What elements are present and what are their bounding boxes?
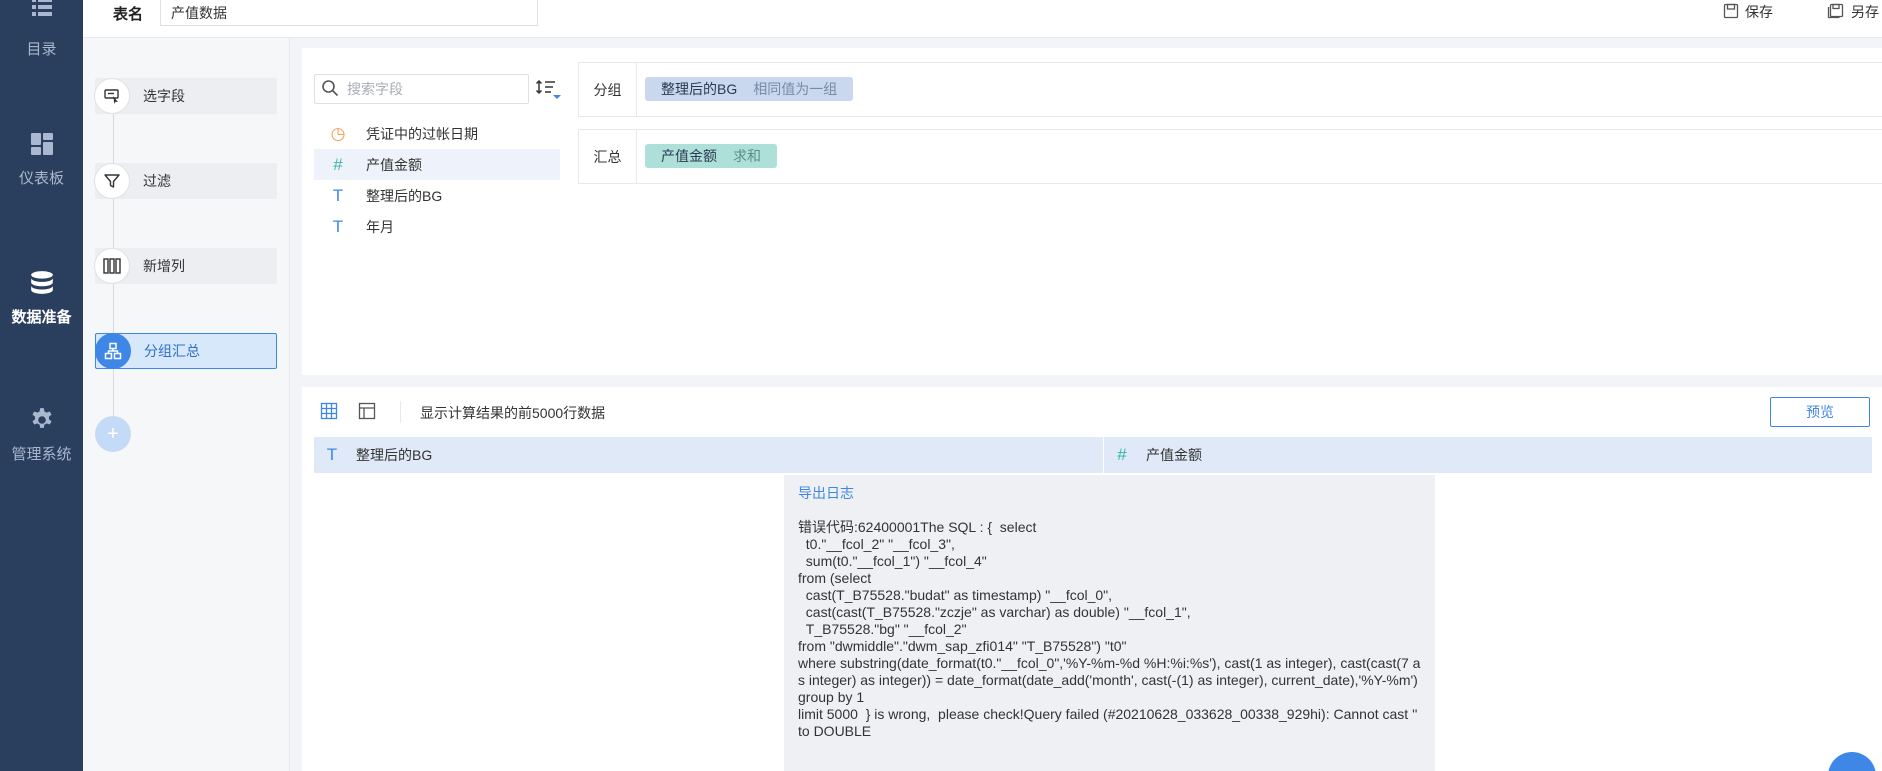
number-field-icon: # [1117, 445, 1127, 464]
field-label: 凭证中的过帐日期 [366, 125, 478, 142]
sort-button[interactable] [535, 78, 563, 103]
text-field-icon: T [326, 445, 338, 464]
nav-item-dashboard[interactable]: 仪表板 [0, 131, 83, 221]
save-as-button[interactable]: 另存 [1827, 2, 1879, 22]
save-button[interactable]: 保存 [1723, 2, 1773, 22]
database-icon [29, 270, 55, 296]
nav-label: 仪表板 [18, 170, 64, 187]
nav-item-data-prep[interactable]: 数据准备 [0, 270, 83, 360]
field-label: 整理后的BG [366, 187, 443, 204]
nav-item-catalog[interactable]: 目录 [0, 0, 83, 90]
sort-icon [535, 79, 563, 103]
number-field-icon: # [333, 154, 343, 174]
select-field-icon [94, 78, 130, 114]
chip-aggregation: 相同值为一组 [753, 81, 838, 97]
nav-label: 数据准备 [11, 309, 72, 326]
list-item[interactable]: T 整理后的BG [314, 180, 560, 211]
chip-field-name: 整理后的BG [661, 81, 738, 97]
save-as-icon [1827, 3, 1845, 22]
summary-chip[interactable]: 产值金额 求和 [645, 144, 777, 168]
result-note: 显示计算结果的前5000行数据 [420, 405, 606, 421]
step-group-summary[interactable]: 分组汇总 [95, 333, 277, 369]
group-by-label: 分组 [579, 63, 637, 116]
preview-button[interactable]: 预览 [1770, 397, 1870, 427]
step-label: 选字段 [143, 88, 185, 104]
step-label: 新增列 [143, 258, 185, 274]
filter-icon [94, 163, 130, 199]
result-panel: 显示计算结果的前5000行数据 预览 T 整理后的BG # 产值金额 导出日志 … [302, 387, 1882, 771]
table-name-label: 表名 [113, 6, 144, 23]
text-field-icon: T [332, 216, 344, 236]
group-by-chip[interactable]: 整理后的BG 相同值为一组 [645, 77, 854, 101]
list-icon [29, 0, 55, 20]
column-label: 产值金额 [1146, 447, 1202, 463]
column-label: 整理后的BG [356, 447, 433, 463]
table-name-input[interactable]: 产值数据 [160, 0, 538, 26]
table-header: T 整理后的BG # 产值金额 [314, 437, 1872, 473]
save-as-label: 另存 [1851, 4, 1879, 20]
summary-row: 汇总 产值金额 求和 [578, 129, 1882, 184]
save-label: 保存 [1745, 4, 1773, 20]
error-message-box: 导出日志 错误代码:62400001The SQL : { select t0.… [784, 475, 1435, 771]
export-log-link[interactable]: 导出日志 [798, 485, 854, 502]
config-panel: 搜索字段 ◷ 凭证中的过帐日期 # 产值金额 T 整理后的BG T 年月 分组 … [302, 48, 1882, 375]
nav-item-admin[interactable]: 管理系统 [0, 407, 83, 497]
step-sidebar: 选字段 过滤 新增列 分组汇总 + [83, 38, 290, 771]
error-text: 错误代码:62400001The SQL : { select t0."__fc… [798, 519, 1421, 739]
search-icon [321, 79, 339, 100]
chip-aggregation: 求和 [733, 148, 761, 164]
group-by-row: 分组 整理后的BG 相同值为一组 [578, 62, 1882, 117]
step-add-column[interactable]: 新增列 [94, 248, 277, 284]
list-item[interactable]: # 产值金额 [314, 149, 560, 180]
text-field-icon: T [332, 185, 344, 205]
table-view-icon[interactable] [320, 402, 338, 423]
toolbar-divider [400, 401, 401, 423]
gear-icon [29, 407, 55, 433]
step-label: 分组汇总 [144, 343, 200, 359]
group-summary-icon [95, 333, 131, 369]
chip-field-name: 产值金额 [661, 148, 717, 164]
date-field-icon: ◷ [330, 123, 346, 143]
summary-label: 汇总 [579, 130, 637, 183]
save-icon [1723, 3, 1739, 22]
list-item[interactable]: ◷ 凭证中的过帐日期 [314, 118, 560, 149]
nav-label: 目录 [26, 41, 57, 58]
layout-view-icon[interactable] [358, 402, 376, 423]
step-select-fields[interactable]: 选字段 [94, 78, 277, 114]
list-item[interactable]: T 年月 [314, 211, 560, 242]
field-search[interactable]: 搜索字段 [314, 74, 529, 104]
add-step-button[interactable]: + [95, 416, 131, 452]
field-label: 年月 [366, 218, 394, 235]
column-header[interactable]: T 整理后的BG [314, 437, 1104, 473]
top-bar: 表名 产值数据 保存 另存 [83, 0, 1882, 38]
add-column-icon [94, 248, 130, 284]
dashboard-icon [29, 131, 55, 157]
field-label: 产值金额 [366, 156, 422, 173]
nav-label: 管理系统 [11, 446, 72, 463]
field-list: ◷ 凭证中的过帐日期 # 产值金额 T 整理后的BG T 年月 [314, 118, 560, 242]
step-label: 过滤 [143, 173, 171, 189]
step-filter[interactable]: 过滤 [94, 163, 277, 199]
column-header[interactable]: # 产值金额 [1104, 437, 1202, 473]
search-placeholder: 搜索字段 [347, 81, 403, 97]
main-nav: 目录 仪表板 数据准备 管理系统 [0, 0, 83, 771]
